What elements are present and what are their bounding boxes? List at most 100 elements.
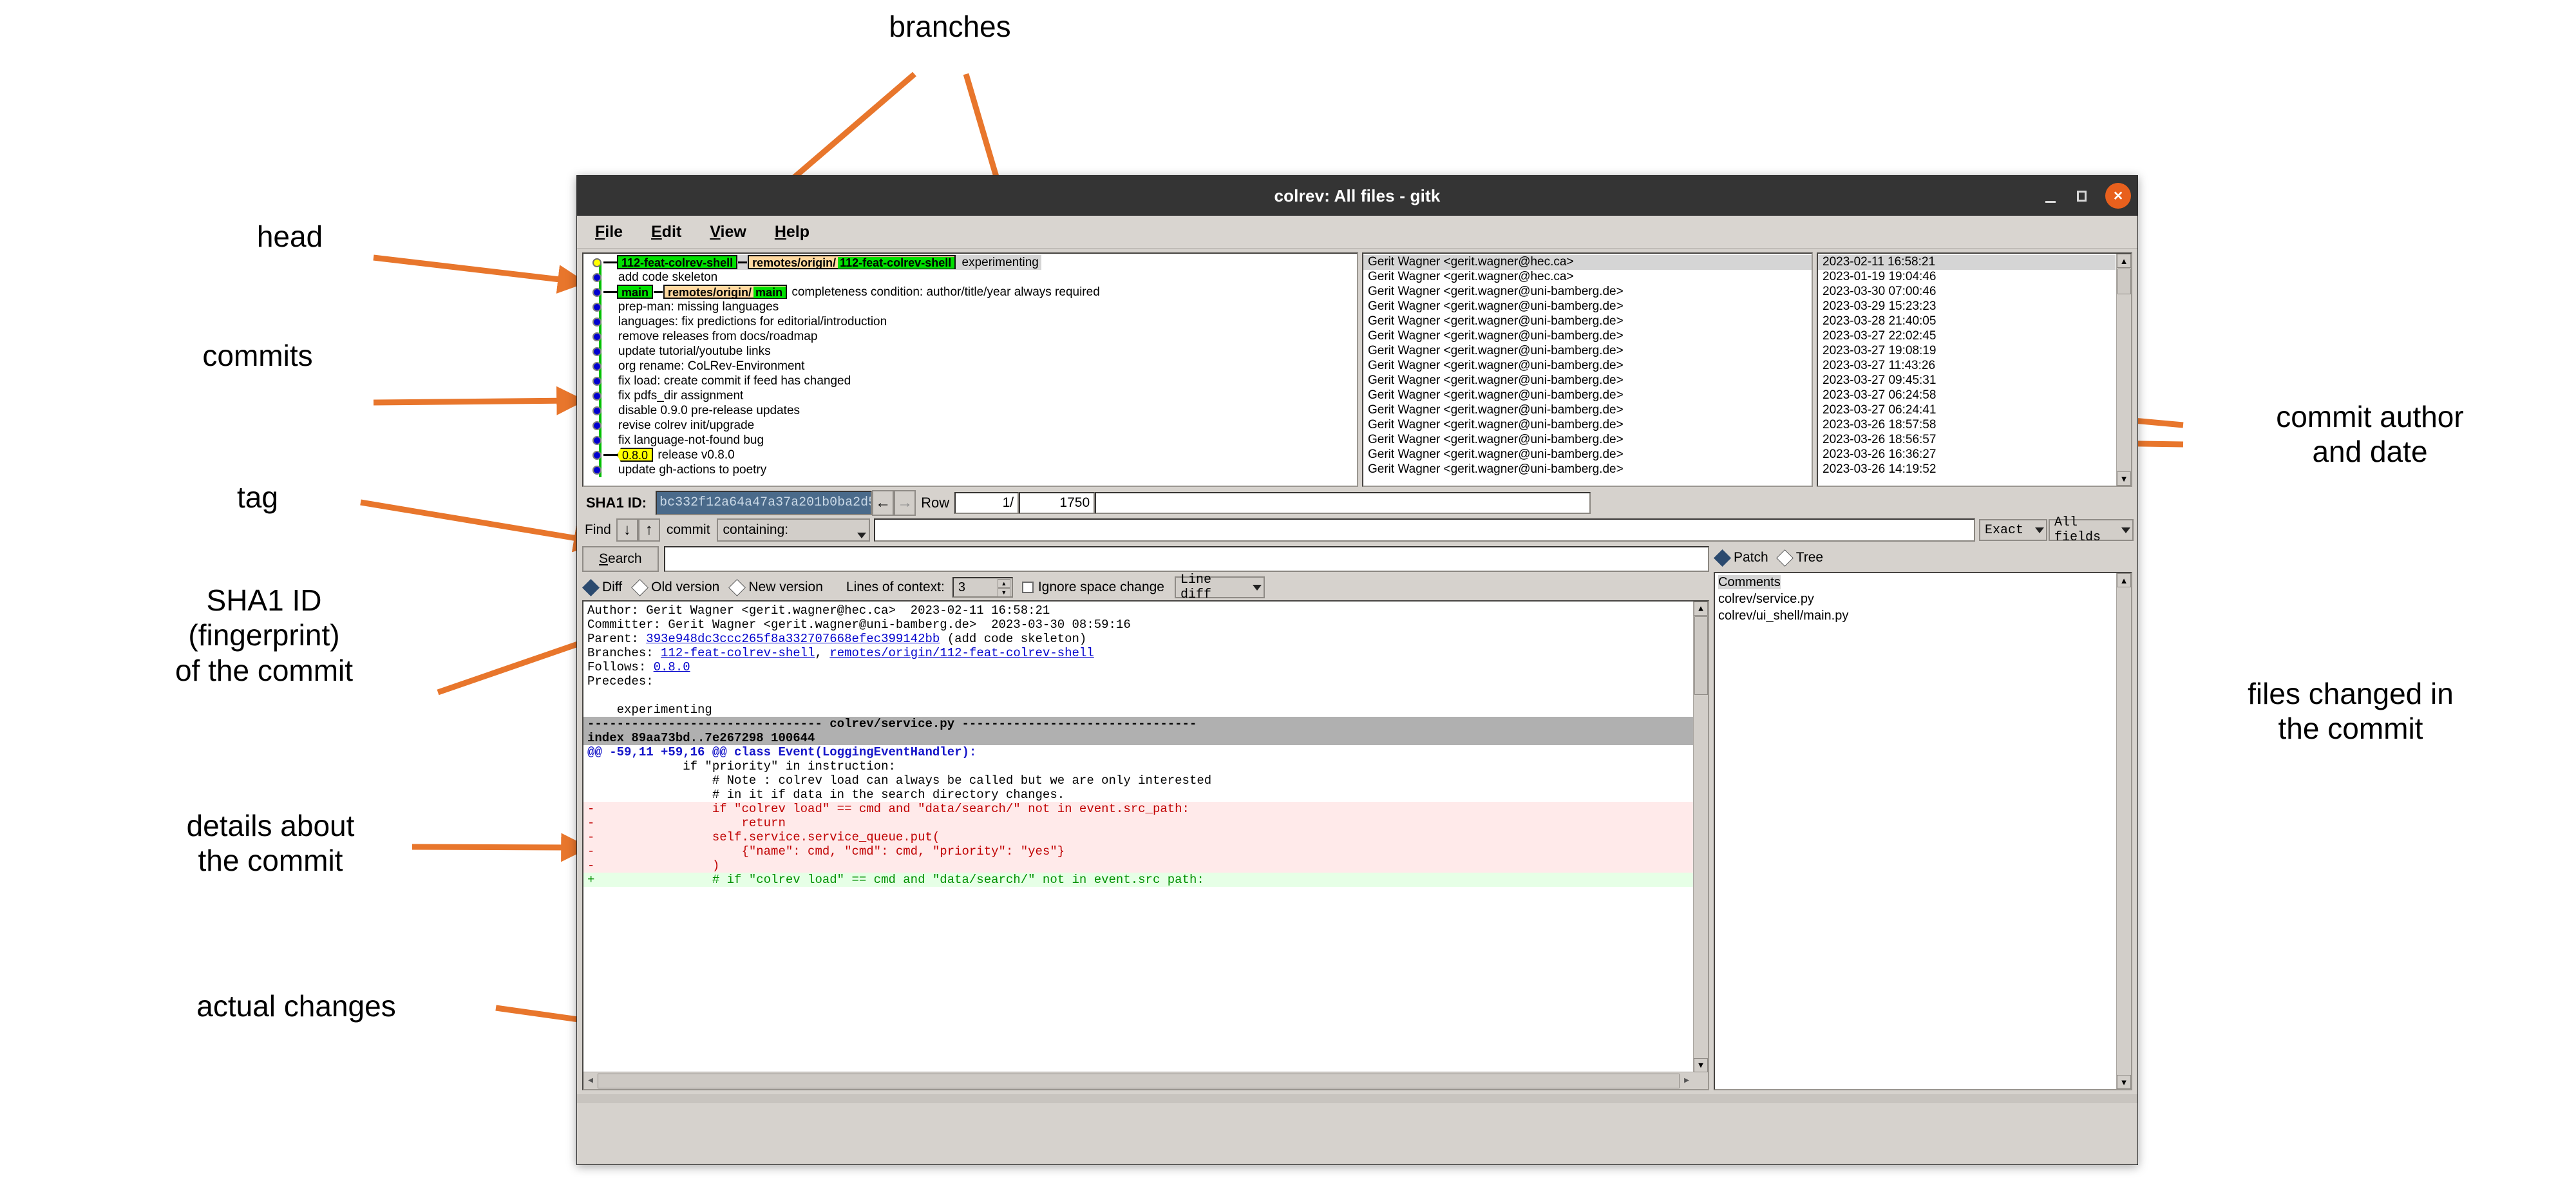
commit-row[interactable]: org rename: CoLRev-Environment (583, 359, 1357, 374)
commit-row[interactable]: add code skeleton (583, 270, 1357, 285)
branch-label-remote[interactable]: remotes/origin/112-feat-colrev-shell (748, 255, 956, 270)
radio-old-version-label[interactable]: Old version (651, 580, 719, 595)
find-mode-select[interactable]: containing: (716, 518, 870, 542)
scroll-right-icon[interactable]: ▶ (1680, 1073, 1693, 1087)
commit-dot[interactable] (592, 466, 601, 475)
commit-row[interactable]: fix pdfs_dir assignment (583, 388, 1357, 403)
commit-row[interactable]: prep-man: missing languages (583, 299, 1357, 314)
commit-link[interactable]: 393e948dc3ccc265f8a332707668efec399142bb (646, 632, 940, 646)
search-button[interactable]: Search (582, 546, 659, 572)
commit-dot[interactable] (592, 377, 601, 386)
maximize-icon[interactable] (2074, 189, 2088, 203)
commit-dot[interactable] (592, 362, 601, 371)
commit-list-scrollbar[interactable]: ▲ ▼ (2116, 254, 2131, 486)
scroll-down-icon[interactable]: ▼ (2117, 1075, 2131, 1089)
commit-row[interactable]: disable 0.9.0 pre-release updates (583, 403, 1357, 418)
branch-label-remote[interactable]: remotes/origin/main (663, 285, 788, 299)
changed-file-item[interactable]: colrev/ui_shell/main.py (1715, 609, 2131, 625)
row-extra-field[interactable] (1095, 491, 1591, 514)
date-column-pane[interactable]: 2023-02-11 16:58:21 2023-01-19 19:04:46 20… (1817, 252, 2132, 487)
menu-edit[interactable]: Edit (647, 222, 685, 243)
changed-file-item[interactable]: colrev/service.py (1715, 592, 2131, 609)
sha1-prev-button[interactable]: ← (872, 489, 895, 516)
branch-label-local[interactable]: 112-feat-colrev-shell (617, 255, 738, 270)
find-scope-select[interactable]: All fields (2049, 515, 2134, 545)
commit-row[interactable]: main remotes/origin/main completeness con… (583, 285, 1357, 299)
scrollbar-thumb[interactable] (2117, 269, 2131, 294)
commit-dot[interactable] (592, 392, 601, 401)
radio-new-version-icon[interactable] (728, 578, 746, 596)
radio-old-version-icon[interactable] (631, 578, 649, 596)
ignore-space-checkbox[interactable] (1021, 582, 1034, 593)
scroll-left-icon[interactable]: ◀ (584, 1073, 597, 1087)
tag-label[interactable]: 0.8.0 (617, 448, 654, 462)
find-up-button[interactable]: ↑ (638, 518, 660, 542)
radio-patch-icon[interactable] (1714, 549, 1731, 567)
radio-tree-label[interactable]: Tree (1796, 550, 1823, 565)
row-current-field[interactable]: 1/ (954, 491, 1019, 514)
find-down-button[interactable]: ↓ (616, 518, 638, 542)
menu-view[interactable]: View (706, 222, 750, 243)
menu-file[interactable]: File (591, 222, 627, 243)
commit-row[interactable]: 0.8.0 release v0.8.0 (583, 448, 1357, 462)
radio-new-version-label[interactable]: New version (748, 580, 823, 595)
commit-row[interactable]: revise colrev init/upgrade (583, 418, 1357, 433)
radio-tree-icon[interactable] (1776, 549, 1794, 567)
sha1-input[interactable]: bc332f12a64a47a37a201b0ba2d5febad76c975f (656, 490, 873, 515)
commit-row[interactable]: 112-feat-colrev-shell remotes/origin/112-… (583, 255, 1357, 270)
diff-scrollbar[interactable]: ▲ ▼ (1693, 602, 1708, 1089)
hscrollbar-thumb[interactable] (598, 1074, 1680, 1088)
scroll-down-icon[interactable]: ▼ (1694, 1058, 1708, 1072)
radio-diff-icon[interactable] (582, 578, 600, 596)
find-match-type-select[interactable]: Exact (1979, 519, 2047, 541)
branch-label-local[interactable]: main (617, 285, 654, 299)
commit-dot[interactable] (592, 406, 601, 415)
commit-dot[interactable] (592, 451, 601, 460)
find-input[interactable] (873, 518, 1975, 542)
diff-mode-value: Line diff (1180, 573, 1211, 602)
commit-dot[interactable] (592, 273, 601, 282)
lines-of-context-stepper[interactable]: 3 ▲ ▼ (952, 577, 1013, 598)
commit-row[interactable]: fix language-not-found bug (583, 433, 1357, 448)
commit-row[interactable]: languages: fix predictions for editorial… (583, 314, 1357, 329)
commit-dot[interactable] (592, 288, 601, 297)
radio-patch-label[interactable]: Patch (1734, 550, 1768, 565)
commit-graph-pane[interactable]: 112-feat-colrev-shell remotes/origin/112-… (582, 252, 1358, 487)
scroll-up-icon[interactable]: ▲ (1694, 602, 1708, 616)
scroll-down-icon[interactable]: ▼ (2117, 471, 2131, 486)
commit-link[interactable]: 0.8.0 (654, 660, 690, 674)
commit-dot[interactable] (592, 421, 601, 430)
commit-dot[interactable] (592, 347, 601, 356)
sha1-next-button[interactable]: → (894, 489, 916, 516)
branch-link[interactable]: remotes/origin/112-feat-colrev-shell (829, 646, 1094, 660)
diff-mode-select[interactable]: Line diff (1174, 573, 1265, 602)
minimize-icon[interactable] (2043, 189, 2058, 203)
diff-hscrollbar[interactable]: ◀ ▶ (583, 1072, 1694, 1089)
radio-diff-label[interactable]: Diff (602, 580, 622, 595)
ignore-space-label[interactable]: Ignore space change (1038, 580, 1164, 595)
commit-dot[interactable] (592, 332, 601, 341)
changed-files-pane[interactable]: Comments colrev/service.py colrev/ui_shell… (1714, 572, 2132, 1090)
commit-row[interactable]: update gh-actions to poetry (583, 462, 1357, 477)
author-column-pane[interactable]: Gerit Wagner <gerit.wagner@hec.ca> Gerit … (1362, 252, 1813, 487)
row-total-field[interactable]: 1750 (1019, 491, 1095, 514)
files-scrollbar[interactable]: ▲ ▼ (2116, 573, 2131, 1089)
commit-dot[interactable] (592, 436, 601, 445)
branch-link[interactable]: 112-feat-colrev-shell (661, 646, 815, 660)
scroll-up-icon[interactable]: ▲ (2117, 573, 2131, 587)
search-input[interactable] (663, 546, 1709, 572)
commit-dot[interactable] (592, 318, 601, 327)
changed-file-item[interactable]: Comments (1715, 575, 2131, 592)
menu-help[interactable]: Help (771, 222, 813, 243)
commit-dot[interactable] (592, 303, 601, 312)
commit-row[interactable]: fix load: create commit if feed has chan… (583, 374, 1357, 388)
close-icon[interactable]: × (2105, 183, 2131, 209)
commit-date: 2023-02-11 16:58:21 (1818, 255, 2116, 270)
commit-row[interactable]: update tutorial/youtube links (583, 344, 1357, 359)
commit-row[interactable]: remove releases from docs/roadmap (583, 329, 1357, 344)
head-commit-dot[interactable] (592, 258, 601, 267)
scrollbar-thumb[interactable] (1694, 616, 1708, 695)
diff-pane[interactable]: Author: Gerit Wagner <gerit.wagner@hec.c… (582, 600, 1709, 1090)
stepper-arrows-icon[interactable]: ▲ ▼ (997, 579, 1010, 597)
scroll-up-icon[interactable]: ▲ (2117, 254, 2131, 268)
